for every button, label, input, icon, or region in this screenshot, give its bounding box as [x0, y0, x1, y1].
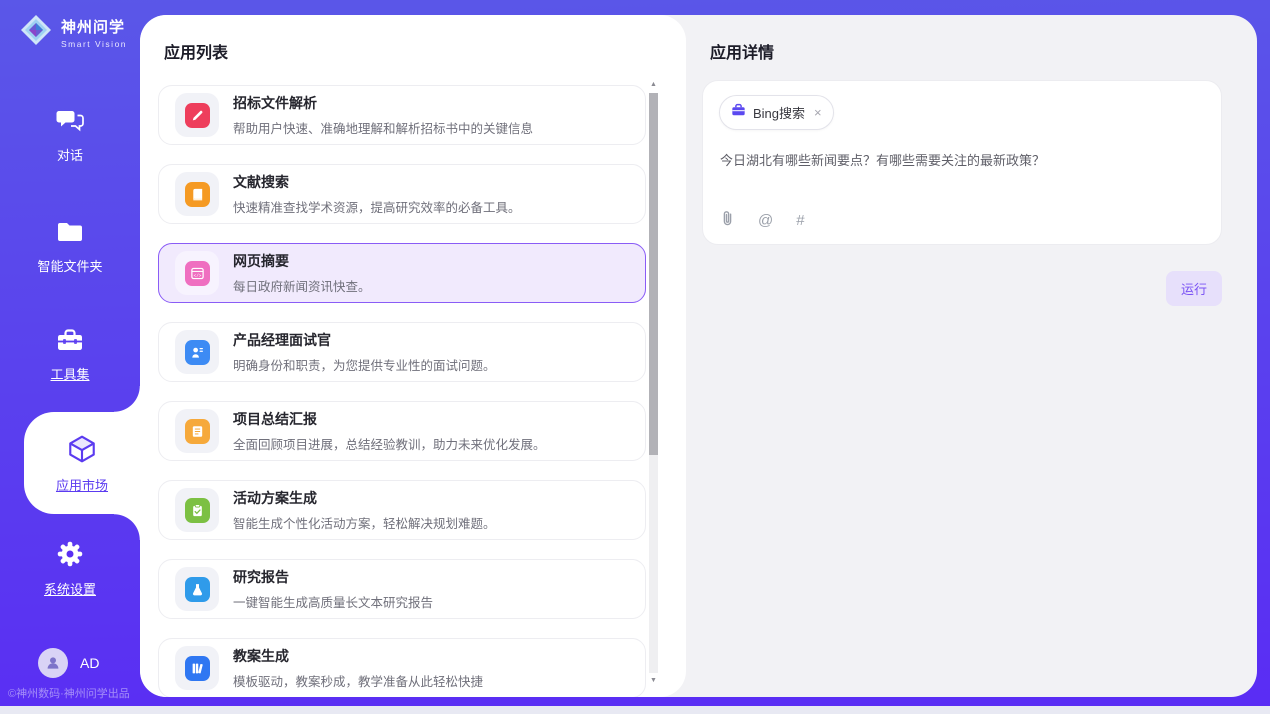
sidebar-item-settings[interactable]: 系统设置: [0, 540, 140, 598]
app-card-description: 智能生成个性化活动方案，轻松解决规划难题。: [233, 513, 496, 532]
app-card-lesson-plan[interactable]: 教案生成 模板驱动，教案秒成，教学准备从此轻松快捷: [158, 638, 646, 697]
app-card-literature-search[interactable]: 文献搜索 快速精准查找学术资源，提高研究效率的必备工具。: [158, 164, 646, 224]
app-card-web-summary[interactable]: </> 网页摘要 每日政府新闻资讯快查。: [158, 243, 646, 303]
app-card-title: 招标文件解析: [233, 93, 533, 113]
book-icon: [185, 182, 210, 207]
at-icon[interactable]: @: [758, 212, 773, 229]
sidebar-item-label: 智能文件夹: [37, 256, 102, 275]
cube-icon: [66, 433, 98, 470]
app-card-title: 项目总结汇报: [233, 409, 546, 429]
app-card-title: 文献搜索: [233, 172, 521, 192]
logo: 神州问学 Smart Vision: [18, 12, 127, 53]
avatar: [38, 648, 68, 678]
app-card-project-summary[interactable]: 项目总结汇报 全面回顾项目进展，总结经验教训，助力未来优化发展。: [158, 401, 646, 461]
query-text[interactable]: 今日湖北有哪些新闻要点？有哪些需要关注的最新政策？: [720, 151, 1205, 171]
tool-chip-label: Bing搜索: [753, 103, 805, 122]
sidebar-item-label: 对话: [57, 145, 83, 164]
app-card-description: 明确身份和职责，为您提供专业性的面试问题。: [233, 355, 496, 374]
logo-diamond-icon: [18, 12, 54, 53]
sidebar-item-smart-folder[interactable]: 智能文件夹: [0, 219, 140, 275]
bottom-strip: [0, 706, 1270, 714]
app-card-title: 网页摘要: [233, 251, 371, 271]
content-area: 应用列表 招标文件解析 帮助用户快速、准确地理解和解析招标书中的关键信息: [140, 15, 1257, 697]
scrollbar-thumb[interactable]: [649, 93, 658, 455]
gear-icon: [56, 540, 84, 573]
logo-title: 神州问学: [61, 16, 127, 37]
sidebar-item-label: 系统设置: [44, 579, 96, 598]
chat-icon: [55, 106, 85, 139]
app-card-description: 每日政府新闻资讯快查。: [233, 276, 371, 295]
app-card-description: 全面回顾项目进展，总结经验教训，助力未来优化发展。: [233, 434, 546, 453]
sidebar-item-toolset[interactable]: 工具集: [0, 327, 140, 383]
paperclip-icon[interactable]: [720, 210, 735, 231]
app-card-title: 产品经理面试官: [233, 330, 496, 350]
sidebar-item-label: 应用市场: [56, 475, 108, 494]
interviewer-icon: [185, 340, 210, 365]
toolbox-icon: [56, 327, 84, 358]
document-edit-icon: [185, 103, 210, 128]
flask-icon: [185, 577, 210, 602]
app-card-title: 教案生成: [233, 646, 483, 666]
user-name: AD: [80, 655, 99, 671]
app-card-description: 帮助用户快速、准确地理解和解析招标书中的关键信息: [233, 118, 533, 137]
close-icon[interactable]: ×: [814, 105, 822, 120]
books-icon: [185, 656, 210, 681]
user-account[interactable]: AD: [38, 648, 99, 678]
app-detail-title: 应用详情: [710, 39, 774, 63]
svg-text:</>: </>: [193, 273, 201, 278]
app-card-bid-analysis[interactable]: 招标文件解析 帮助用户快速、准确地理解和解析招标书中的关键信息: [158, 85, 646, 145]
app-card-research-report[interactable]: 研究报告 一键智能生成高质量长文本研究报告: [158, 559, 646, 619]
app-card-title: 活动方案生成: [233, 488, 496, 508]
query-card: Bing搜索 × 今日湖北有哪些新闻要点？有哪些需要关注的最新政策？ @ #: [702, 80, 1222, 245]
tool-chip-bing-search[interactable]: Bing搜索 ×: [719, 95, 834, 130]
app-card-description: 一键智能生成高质量长文本研究报告: [233, 592, 433, 611]
folder-icon: [56, 219, 84, 250]
copyright: ©神州数码·神州问学出品: [8, 685, 130, 701]
app-card-description: 快速精准查找学术资源，提高研究效率的必备工具。: [233, 197, 521, 216]
run-button[interactable]: 运行: [1166, 271, 1222, 306]
hash-icon[interactable]: #: [796, 212, 804, 229]
app-card-description: 模板驱动，教案秒成，教学准备从此轻松快捷: [233, 671, 483, 690]
app-detail-panel: 应用详情 Bing搜索 × 今日湖北有哪些新闻要点？有哪些需要关注的最新政策？: [686, 15, 1257, 697]
note-icon: [185, 419, 210, 444]
app-card-pm-interviewer[interactable]: 产品经理面试官 明确身份和职责，为您提供专业性的面试问题。: [158, 322, 646, 382]
briefcase-icon: [731, 103, 746, 122]
app-list-title: 应用列表: [164, 39, 228, 63]
app-list-panel: 应用列表 招标文件解析 帮助用户快速、准确地理解和解析招标书中的关键信息: [140, 15, 686, 697]
sidebar-item-label: 工具集: [50, 364, 89, 383]
app-card-event-plan[interactable]: 活动方案生成 智能生成个性化活动方案，轻松解决规划难题。: [158, 480, 646, 540]
sidebar-item-app-market[interactable]: 应用市场: [24, 412, 140, 514]
app-card-title: 研究报告: [233, 567, 433, 587]
logo-subtitle: Smart Vision: [61, 39, 127, 49]
clipboard-check-icon: [185, 498, 210, 523]
app-card-list: 招标文件解析 帮助用户快速、准确地理解和解析招标书中的关键信息 文献搜索 快速精…: [158, 85, 646, 697]
scrollbar-up-icon[interactable]: ▲: [649, 79, 658, 91]
app-window: 神州问学 Smart Vision 对话 智能文件夹: [0, 0, 1270, 714]
sidebar: 神州问学 Smart Vision 对话 智能文件夹: [0, 0, 140, 706]
sidebar-item-chat[interactable]: 对话: [0, 106, 140, 164]
scrollbar[interactable]: ▲ ▼: [649, 79, 658, 687]
browser-code-icon: </>: [185, 261, 210, 286]
scrollbar-down-icon[interactable]: ▼: [649, 675, 658, 687]
input-toolbar: @ #: [720, 210, 805, 231]
